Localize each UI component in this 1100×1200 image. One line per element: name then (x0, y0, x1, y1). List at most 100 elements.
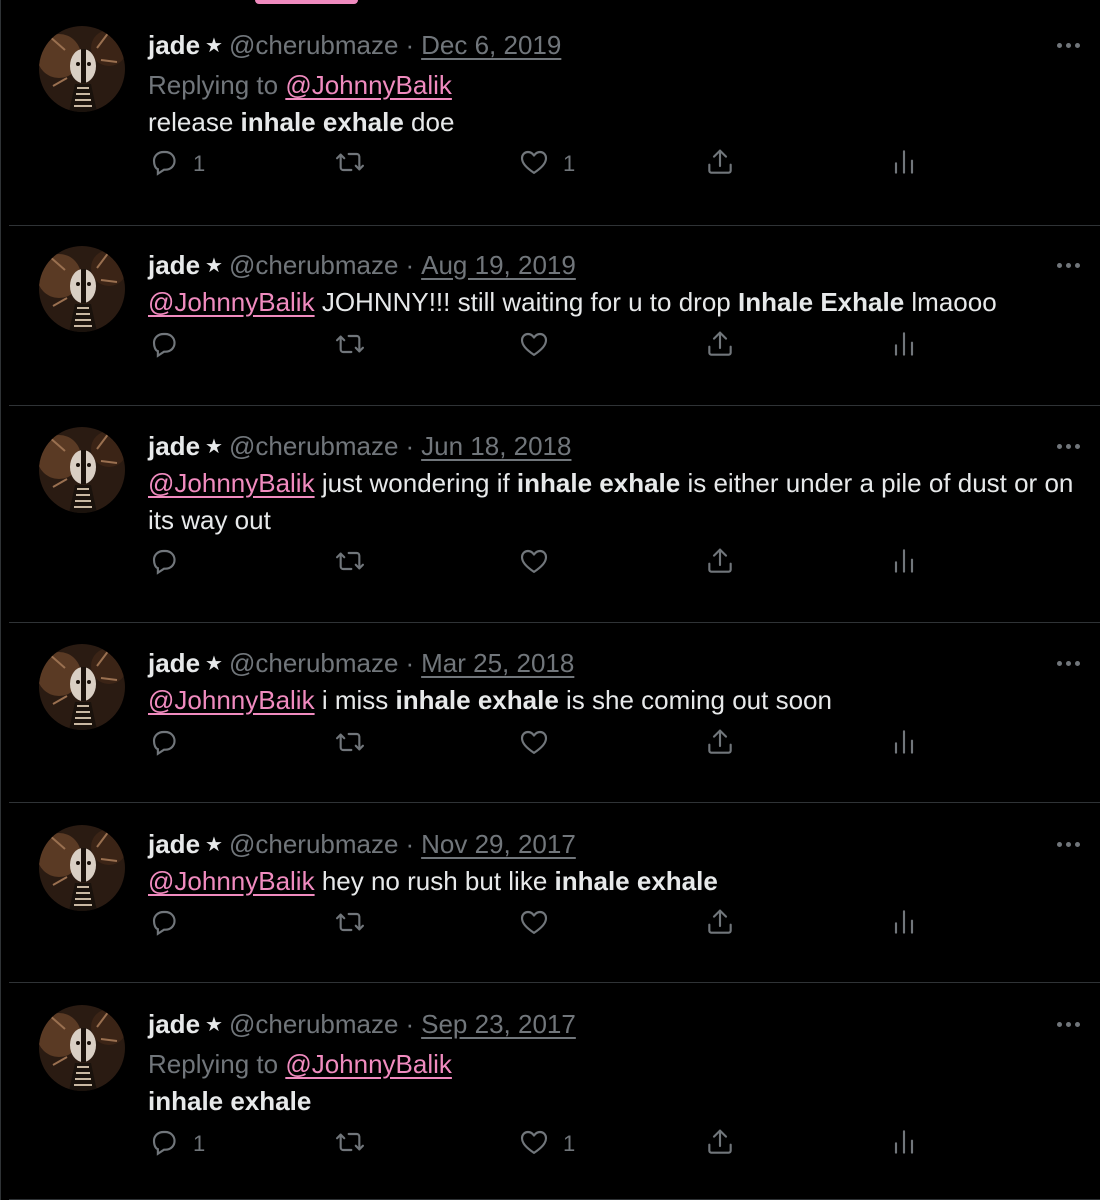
retweet-icon (334, 328, 366, 365)
user-handle[interactable]: @cherubmaze (229, 250, 398, 281)
mention-link[interactable]: @JohnnyBalik (148, 685, 315, 715)
bold-text: Inhale Exhale (737, 287, 905, 317)
tweet[interactable]: jade ★ @cherubmaze · Aug 19, 2019 @JohnnyBali… (9, 226, 1100, 406)
analytics-button[interactable] (888, 1124, 920, 1164)
tweet-date[interactable]: Aug 19, 2019 (421, 250, 576, 281)
replying-to-mention[interactable]: @JohnnyBalik (285, 1049, 452, 1079)
replying-to: Replying to @JohnnyBalik (148, 1049, 1080, 1079)
avatar[interactable] (39, 26, 125, 112)
retweet-button[interactable] (334, 543, 379, 583)
share-icon (704, 1126, 736, 1163)
share-icon (704, 726, 736, 763)
tweet-actions (148, 326, 928, 366)
display-name[interactable]: jade (148, 250, 200, 281)
bold-text: inhale exhale (516, 468, 681, 498)
like-button[interactable] (518, 904, 563, 944)
user-handle[interactable]: @cherubmaze (229, 829, 398, 860)
user-handle[interactable]: @cherubmaze (229, 1009, 398, 1040)
share-button[interactable] (704, 144, 736, 184)
like-button[interactable] (518, 724, 563, 764)
reply-button[interactable]: 1 (148, 144, 205, 184)
text-segment: i miss (314, 685, 396, 715)
more-options-icon[interactable] (1057, 1009, 1080, 1039)
user-handle[interactable]: @cherubmaze (229, 431, 398, 462)
display-name[interactable]: jade (148, 829, 200, 860)
reply-button[interactable] (148, 326, 193, 366)
reply-button[interactable] (148, 724, 193, 764)
tweet[interactable]: jade ★ @cherubmaze · Nov 29, 2017 @JohnnyBali… (9, 803, 1100, 983)
replying-to-mention[interactable]: @JohnnyBalik (285, 70, 452, 100)
analytics-button[interactable] (888, 904, 920, 944)
display-name[interactable]: jade (148, 431, 200, 462)
tweet-date[interactable]: Nov 29, 2017 (421, 829, 576, 860)
tweet[interactable]: jade ★ @cherubmaze · Dec 6, 2019 Replying to … (9, 0, 1100, 226)
tweet[interactable]: jade ★ @cherubmaze · Sep 23, 2017 Replying to… (9, 983, 1100, 1200)
retweet-button[interactable] (334, 724, 379, 764)
share-button[interactable] (704, 1124, 736, 1164)
analytics-button[interactable] (888, 326, 920, 366)
tweet-date[interactable]: Mar 25, 2018 (421, 648, 574, 679)
share-button[interactable] (704, 724, 736, 764)
like-button[interactable] (518, 326, 563, 366)
display-name[interactable]: jade (148, 648, 200, 679)
avatar[interactable] (39, 644, 125, 730)
tweet-timeline: jade ★ @cherubmaze · Dec 6, 2019 Replying to … (0, 0, 1100, 1200)
analytics-button[interactable] (888, 543, 920, 583)
tweet-date[interactable]: Sep 23, 2017 (421, 1009, 576, 1040)
tweet-text: release inhale exhale doe (148, 104, 1080, 141)
tweet[interactable]: jade ★ @cherubmaze · Mar 25, 2018 @JohnnyBali… (9, 623, 1100, 803)
more-options-icon[interactable] (1057, 829, 1080, 859)
share-icon (704, 146, 736, 183)
avatar[interactable] (39, 825, 125, 911)
retweet-button[interactable] (334, 904, 379, 944)
analytics-button[interactable] (888, 724, 920, 764)
reply-button[interactable] (148, 543, 193, 583)
retweet-button[interactable] (334, 326, 379, 366)
like-button[interactable]: 1 (518, 144, 575, 184)
text-segment: lmaooo (904, 287, 997, 317)
analytics-button[interactable] (888, 144, 920, 184)
more-options-icon[interactable] (1057, 30, 1080, 60)
replying-to: Replying to @JohnnyBalik (148, 70, 1080, 100)
avatar[interactable] (39, 1005, 125, 1091)
star-icon: ★ (205, 254, 223, 277)
mention-link[interactable]: @JohnnyBalik (148, 287, 315, 317)
share-button[interactable] (704, 904, 736, 944)
share-button[interactable] (704, 326, 736, 366)
user-handle[interactable]: @cherubmaze (229, 30, 398, 61)
like-button[interactable] (518, 543, 563, 583)
text-segment: release (148, 107, 241, 137)
reply-count: 1 (193, 151, 206, 176)
share-icon (704, 906, 736, 943)
tweet[interactable]: jade ★ @cherubmaze · Jun 18, 2018 @JohnnyBali… (9, 406, 1100, 623)
analytics-icon (888, 146, 920, 183)
separator-dot: · (405, 1008, 415, 1039)
display-name[interactable]: jade (148, 30, 200, 61)
retweet-icon (334, 726, 366, 763)
separator-dot: · (405, 647, 415, 678)
star-icon: ★ (205, 1013, 223, 1036)
user-handle[interactable]: @cherubmaze (229, 648, 398, 679)
share-button[interactable] (704, 543, 736, 583)
bold-text: inhale exhale (395, 685, 559, 715)
more-options-icon[interactable] (1057, 431, 1080, 461)
more-options-icon[interactable] (1057, 648, 1080, 678)
reply-button[interactable] (148, 904, 193, 944)
retweet-button[interactable] (334, 144, 379, 184)
retweet-button[interactable] (334, 1124, 379, 1164)
retweet-icon (334, 1126, 366, 1163)
more-options-icon[interactable] (1057, 250, 1080, 280)
tweet-date[interactable]: Dec 6, 2019 (421, 30, 561, 61)
like-icon (518, 726, 550, 763)
mention-link[interactable]: @JohnnyBalik (148, 866, 315, 896)
avatar[interactable] (39, 427, 125, 513)
avatar[interactable] (39, 246, 125, 332)
like-button[interactable]: 1 (518, 1124, 575, 1164)
mention-link[interactable]: @JohnnyBalik (148, 468, 315, 498)
analytics-icon (888, 1126, 920, 1163)
reply-button[interactable]: 1 (148, 1124, 205, 1164)
reply-icon (148, 328, 180, 365)
display-name[interactable]: jade (148, 1009, 200, 1040)
tweet-date[interactable]: Jun 18, 2018 (421, 431, 571, 462)
star-icon: ★ (205, 833, 223, 856)
